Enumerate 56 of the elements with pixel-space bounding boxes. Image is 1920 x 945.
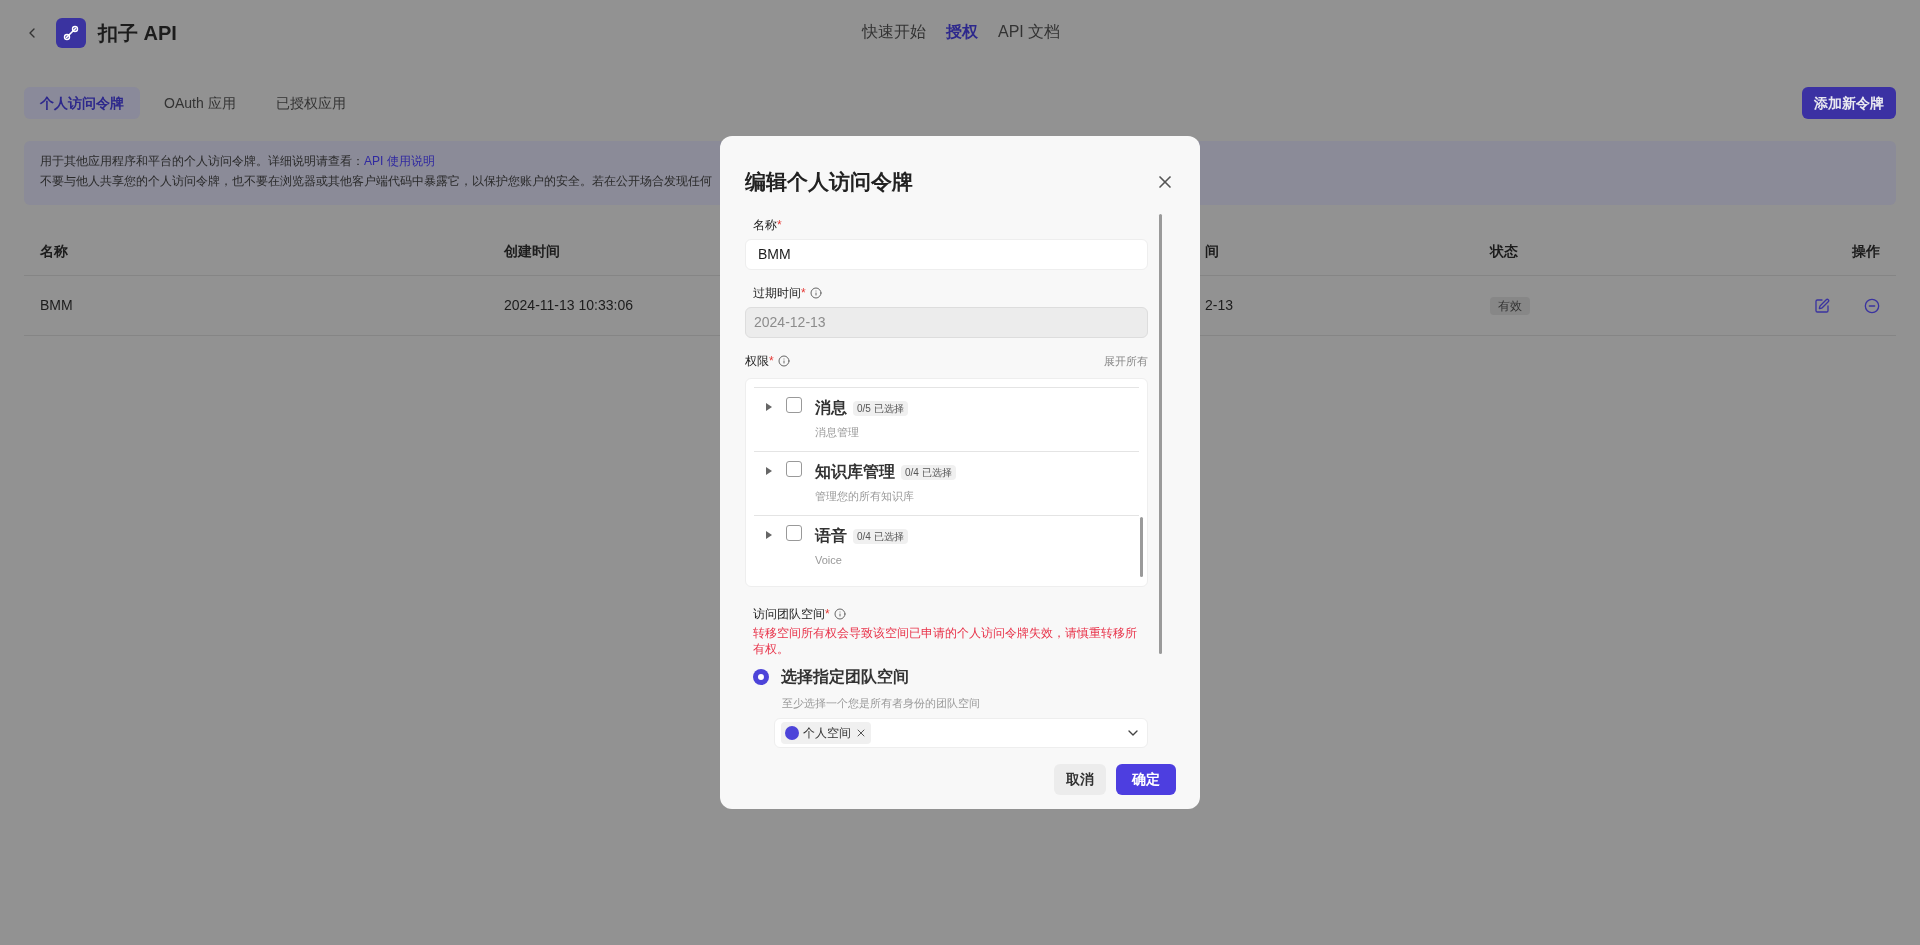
permission-title: 语音 <box>815 526 847 546</box>
info-icon[interactable] <box>809 287 822 299</box>
confirm-button[interactable]: 确定 <box>1116 763 1176 795</box>
edit-icon[interactable] <box>1814 297 1830 314</box>
permission-title: 消息 <box>815 398 847 418</box>
tab[interactable]: OAuth 应用 <box>148 87 252 119</box>
remove-icon[interactable] <box>1864 297 1880 314</box>
radio-label[interactable]: 选择指定团队空间 <box>781 665 909 689</box>
nav-link[interactable]: 授权 <box>946 20 978 44</box>
tab[interactable]: 已授权应用 <box>259 87 362 119</box>
selected-count-badge: 0/5 已选择 <box>853 400 908 416</box>
column-header: 间 <box>1205 242 1219 259</box>
permission-description: 管理您的所有知识库 <box>815 489 915 504</box>
checkbox[interactable] <box>786 397 802 413</box>
permission-description: Voice <box>815 553 843 568</box>
api-docs-link[interactable]: API 使用说明 <box>364 151 435 171</box>
expand-icon[interactable] <box>766 467 772 475</box>
app-title: 扣子 API <box>98 20 177 46</box>
cancel-button[interactable]: 取消 <box>1054 763 1106 795</box>
column-header: 创建时间 <box>504 242 560 259</box>
table-cell: 2-13 <box>1205 297 1234 313</box>
column-header: 操作 <box>1852 242 1880 259</box>
selected-count-badge: 0/4 已选择 <box>901 464 956 480</box>
team-space-select[interactable]: 个人空间 <box>774 717 1148 748</box>
expand-all-link[interactable]: 展开所有 <box>1104 352 1148 370</box>
checkbox[interactable] <box>786 525 802 541</box>
field-label: 权限* <box>745 353 774 370</box>
notice-text: 不要与他人共享您的个人访问令牌，也不要在浏览器或其他客户端代码中暴露它，以保护您账户的安全。若在公开场合发现任何 <box>40 173 712 190</box>
radio-button[interactable] <box>753 669 769 685</box>
notice-text: 用于其他应用程序和平台的个人访问令牌。详细说明请查看： <box>40 153 364 170</box>
field-label: 名称* <box>753 217 782 234</box>
expand-icon[interactable] <box>766 403 772 411</box>
nav-link[interactable]: 快速开始 <box>862 20 926 44</box>
info-icon[interactable] <box>833 608 846 620</box>
tag-label: 个人空间 <box>803 724 851 742</box>
nav-link[interactable]: API 文档 <box>998 20 1061 44</box>
status-badge: 有效 <box>1490 297 1530 315</box>
checkbox[interactable] <box>786 461 802 477</box>
info-icon[interactable] <box>777 355 790 367</box>
field-label: 访问团队空间* <box>753 606 830 623</box>
selected-count-badge: 0/4 已选择 <box>853 528 908 544</box>
name-field[interactable]: BMM <box>745 239 1148 270</box>
field-label: 过期时间* <box>753 285 806 302</box>
table-cell: BMM <box>40 297 73 313</box>
tab[interactable]: 个人访问令牌 <box>24 87 140 119</box>
table-cell: 2024-11-13 10:33:06 <box>504 297 633 313</box>
hint-text: 至少选择一个您是所有者身份的团队空间 <box>782 696 981 711</box>
permission-description: 消息管理 <box>815 425 860 440</box>
column-header: 状态 <box>1490 242 1518 259</box>
dialog-title: 编辑个人访问令牌 <box>745 169 913 196</box>
add-token-button[interactable]: 添加新令牌 <box>1802 87 1896 119</box>
expand-icon[interactable] <box>766 531 772 539</box>
permission-title: 知识库管理 <box>815 462 895 482</box>
warning-text: 转移空间所有权会导致该空间已申请的个人访问令牌失效，请慎重转移所有权。 <box>752 626 1138 657</box>
column-header: 名称 <box>40 242 68 259</box>
logo-icon <box>56 17 86 48</box>
